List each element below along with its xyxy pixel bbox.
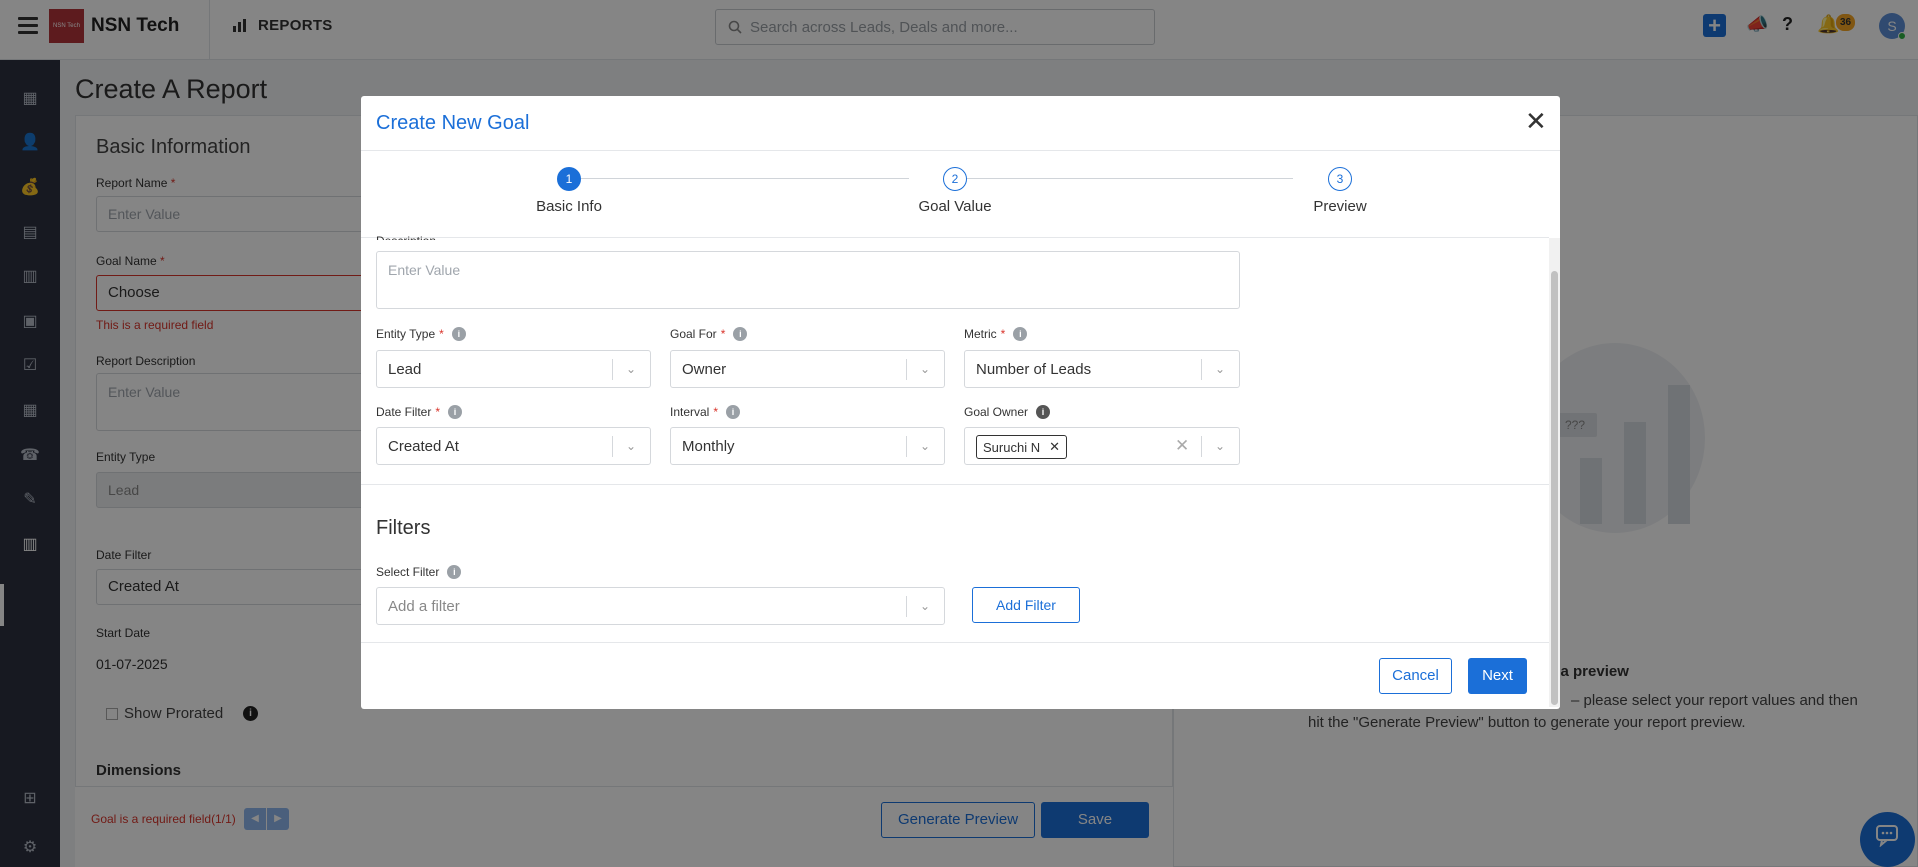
step-preview[interactable]: 3 Preview [1240,151,1440,215]
filters-heading: Filters [376,517,431,539]
select-separator [906,596,907,617]
info-icon[interactable]: i [451,327,466,341]
cancel-button[interactable]: Cancel [1379,658,1452,694]
next-button[interactable]: Next [1468,658,1527,694]
chevron-down-icon[interactable]: ⌄ [914,595,936,617]
select-separator [1201,359,1202,380]
chip-remove-icon[interactable]: ✕ [1049,439,1060,455]
date-filter-select[interactable]: Created At ⌄ [376,427,651,465]
modal-title: Create New Goal [376,112,530,134]
selected-owner-chip: Suruchi N ✕ [976,435,1067,459]
info-icon[interactable]: i [447,565,462,579]
step-number: 2 [943,167,967,191]
select-value: Owner [682,361,727,378]
chevron-down-icon[interactable]: ⌄ [1209,435,1231,457]
date-filter-label: Date Filter * i [376,405,463,419]
step-label: Goal Value [918,198,992,215]
step-number: 1 [557,167,581,191]
modal-header: Create New Goal ✕ [361,96,1560,151]
modal-scrollbar-thumb[interactable] [1551,271,1558,705]
entity-type-label: Entity Type * i [376,327,466,341]
step-label: Preview [1313,198,1367,215]
step-basic-info[interactable]: 1 Basic Info [469,151,669,215]
chevron-down-icon[interactable]: ⌄ [1209,358,1231,380]
description-label: Description [376,234,436,240]
goal-for-select[interactable]: Owner ⌄ [670,350,945,388]
select-separator [906,436,907,457]
chevron-down-icon[interactable]: ⌄ [620,358,642,380]
select-placeholder: Add a filter [388,598,460,615]
chevron-down-icon[interactable]: ⌄ [620,435,642,457]
info-icon[interactable]: i [448,405,463,419]
select-filter-label: Select Filter i [376,565,462,579]
info-icon[interactable]: i [1013,327,1028,341]
step-goal-value[interactable]: 2 Goal Value [855,151,1055,215]
info-icon[interactable]: i [733,327,748,341]
close-icon[interactable]: ✕ [1525,106,1547,137]
select-separator [906,359,907,380]
select-value: Created At [388,438,459,455]
step-label: Basic Info [536,198,602,215]
info-icon[interactable]: i [726,405,741,419]
chevron-down-icon[interactable]: ⌄ [914,358,936,380]
goal-owner-select[interactable]: Suruchi N ✕ ✕ ⌄ [964,427,1240,465]
select-separator [612,436,613,457]
metric-select[interactable]: Number of Leads ⌄ [964,350,1240,388]
select-filter-dropdown[interactable]: Add a filter ⌄ [376,587,945,625]
add-filter-button[interactable]: Add Filter [972,587,1080,623]
divider [361,484,1549,485]
interval-label: Interval * i [670,405,741,419]
chip-label: Suruchi N [983,439,1041,455]
info-icon[interactable]: i [1036,405,1051,419]
goal-owner-label: Goal Owner i [964,405,1051,419]
step-number: 3 [1328,167,1352,191]
clear-icon[interactable]: ✕ [1175,436,1189,456]
description-textarea[interactable]: Enter Value [376,251,1240,309]
select-value: Lead [388,361,422,378]
select-value: Monthly [682,438,735,455]
stepper: 1 Basic Info 2 Goal Value 3 Preview [361,151,1549,238]
goal-for-label: Goal For * i [670,327,748,341]
create-goal-modal: Create New Goal ✕ 1 Basic Info 2 Goal Va… [361,96,1560,709]
interval-select[interactable]: Monthly ⌄ [670,427,945,465]
select-separator [1201,436,1202,457]
divider [361,642,1549,643]
select-value: Number of Leads [976,361,1092,378]
select-separator [612,359,613,380]
chevron-down-icon[interactable]: ⌄ [914,435,936,457]
entity-type-select[interactable]: Lead ⌄ [376,350,651,388]
metric-label: Metric * i [964,327,1028,341]
